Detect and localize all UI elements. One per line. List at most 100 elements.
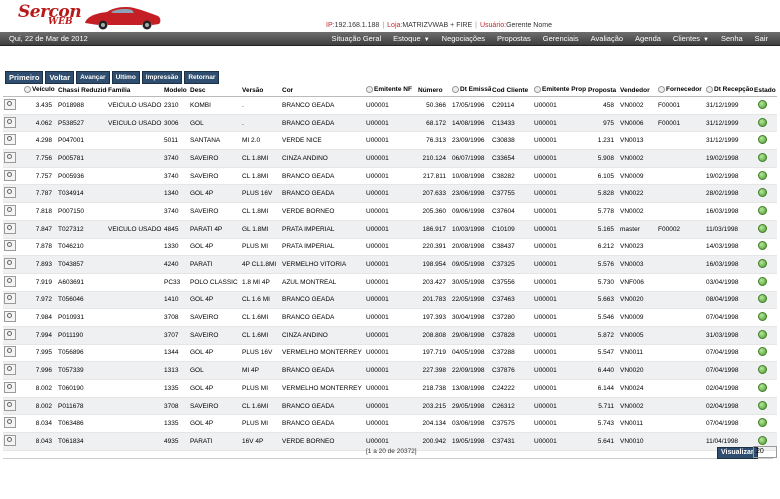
magnifier-icon[interactable] — [4, 134, 16, 146]
column-header[interactable]: Veículo — [23, 84, 57, 97]
magnifier-icon[interactable] — [4, 381, 16, 393]
table-row[interactable]: 7.878 T046210 1330 GOL 4P PLUS MI PRATA IMPER… — [3, 238, 777, 257]
table-cell: GOL — [189, 114, 241, 133]
magnifier-icon[interactable] — [4, 258, 16, 270]
detail-cell — [3, 238, 23, 257]
column-header[interactable]: Cor — [281, 84, 365, 97]
table-row[interactable]: 8.002 P011678 3708 SAVEIRO CL 1.6MI BRANCO GE… — [3, 397, 777, 416]
menu-item-agenda[interactable]: Agenda — [635, 34, 661, 43]
table-cell: 23/06/1998 — [451, 184, 491, 204]
sercon-web-logo[interactable]: Sercon WEB — [18, 2, 82, 28]
menu-item-negocia-es[interactable]: Negociações — [442, 34, 485, 43]
magnifier-icon[interactable] — [4, 204, 16, 216]
table-cell: GOL 4P — [189, 379, 241, 398]
detail-cell — [3, 326, 23, 345]
table-row[interactable]: 8.002 T060190 1335 GOL 4P PLUS MI VERMELHO MO… — [3, 379, 777, 398]
column-header[interactable]: Chassi Reduzido — [57, 84, 107, 97]
next-button[interactable]: Avançar — [76, 71, 110, 84]
table-row[interactable]: 3.435 P018988 VEICULO USADO 2310 KOMBI. BRANC… — [3, 96, 777, 115]
table-row[interactable]: 7.994 P011190 3707 SAVEIRO CL 1.6MI CINZA AND… — [3, 326, 777, 345]
magnifier-icon[interactable] — [4, 169, 16, 181]
table-row[interactable]: 4.062 P538527 VEICULO USADO 3006 GOL. BRANCO … — [3, 114, 777, 133]
menu-item-estoque[interactable]: Estoque ▼ — [393, 34, 429, 43]
status-cell — [753, 397, 777, 416]
status-green-icon — [758, 365, 767, 375]
table-row[interactable]: 7.818 P007150 3740 SAVEIRO CL 1.8MI VERDE BOR… — [3, 202, 777, 221]
table-cell: C38282 — [491, 167, 533, 186]
table-row[interactable]: 7.919 A603691 PC33 POLO CLASSIC 1.8 MI 4P AZU… — [3, 273, 777, 292]
menu-item-avalia-o[interactable]: Avaliação — [591, 34, 623, 43]
magnifier-icon[interactable] — [4, 346, 16, 358]
visualizar-button[interactable]: Visualizar — [717, 447, 758, 459]
column-header[interactable]: Dt Emissão — [451, 84, 491, 97]
table-cell: SAVEIRO — [189, 167, 241, 186]
menu-item-situa-o-geral[interactable]: Situação Geral — [332, 34, 382, 43]
column-header[interactable]: Família — [107, 84, 163, 97]
magnifier-icon[interactable] — [4, 364, 16, 376]
magnifier-icon[interactable] — [4, 328, 16, 340]
column-header[interactable]: Número — [417, 84, 451, 97]
page-size-input[interactable]: 20 — [753, 446, 777, 458]
menu-item-label: Sair — [754, 34, 768, 43]
magnifier-icon[interactable] — [4, 434, 16, 446]
magnifier-icon[interactable] — [4, 222, 16, 234]
magnifier-icon[interactable] — [4, 399, 16, 411]
back-button[interactable]: Voltar — [45, 71, 75, 84]
status-green-icon — [758, 400, 767, 410]
table-row[interactable]: 4.298 P047001 5011 SANTANA MI 2.0 VERDE NICE U… — [3, 131, 777, 151]
table-row[interactable]: 7.893 T043857 4240 PARATI 4P CL1.8MI VERMELHO… — [3, 255, 777, 274]
magnifier-icon[interactable] — [4, 187, 16, 199]
table-cell — [657, 326, 705, 345]
table-row[interactable]: 7.996 T057339 1313 GOL MI 4P BRANCO GEADA U000… — [3, 361, 777, 380]
magnifier-icon[interactable] — [4, 98, 16, 110]
column-header[interactable] — [3, 84, 23, 97]
menu-item-propostas[interactable]: Propostas — [497, 34, 531, 43]
column-header[interactable]: Cod Cliente — [491, 84, 533, 97]
column-header[interactable]: Vendedor — [619, 84, 657, 97]
table-row[interactable]: 7.972 T056046 1410 GOL 4P CL 1.6 MI BRANCO GE… — [3, 291, 777, 310]
last-page-button[interactable]: Ultimo — [111, 71, 140, 84]
magnifier-icon[interactable] — [4, 311, 16, 323]
column-header[interactable]: Fornecedor — [657, 84, 705, 97]
column-header[interactable]: Desc — [189, 84, 241, 97]
column-header[interactable]: Estado — [753, 84, 777, 97]
magnifier-icon[interactable] — [4, 293, 16, 305]
return-button[interactable]: Retornar — [184, 71, 220, 84]
table-row[interactable]: 7.757 P005936 3740 SAVEIRO CL 1.8MI BRANCO GE… — [3, 167, 777, 186]
table-row[interactable]: 8.034 T063486 1335 GOL 4P PLUS MI BRANCO GEAD… — [3, 414, 777, 434]
status-green-icon — [758, 312, 767, 322]
column-header[interactable]: Modelo — [163, 84, 189, 97]
table-cell — [107, 414, 163, 434]
column-header[interactable]: Dt Recepção — [705, 84, 753, 97]
table-cell: 5.872 — [587, 326, 619, 345]
table-cell: C37325 — [491, 255, 533, 274]
menu-item-senha[interactable]: Senha — [721, 34, 743, 43]
menu-item-gerenciais[interactable]: Gerenciais — [543, 34, 579, 43]
magnifier-icon[interactable] — [4, 116, 16, 128]
magnifier-icon[interactable] — [4, 240, 16, 252]
table-row[interactable]: 7.984 P010931 3708 SAVEIRO CL 1.6MI BRANCO GE… — [3, 308, 777, 327]
print-button[interactable]: Impressão — [141, 71, 183, 84]
menu-item-clientes[interactable]: Clientes ▼ — [673, 34, 709, 43]
status-green-icon — [758, 347, 767, 357]
column-header[interactable]: Versão — [241, 84, 281, 97]
car-image — [85, 7, 161, 30]
table-row[interactable]: 7.847 T027312 VEICULO USADO 4845 PARATI 4P GL… — [3, 220, 777, 239]
table-cell: VN0022 — [619, 184, 657, 204]
magnifier-icon[interactable] — [4, 151, 16, 163]
column-header[interactable]: Emitente NF — [365, 84, 417, 97]
table-row[interactable]: 7.787 T034914 1340 GOL 4P PLUS 16V BRANCO GEA… — [3, 184, 777, 204]
status-green-icon — [758, 382, 767, 392]
magnifier-icon[interactable] — [4, 275, 16, 287]
table-row[interactable]: 7.756 P005781 3740 SAVEIRO CL 1.8MI CINZA AND… — [3, 149, 777, 168]
first-page-button[interactable]: Primeiro — [5, 71, 44, 84]
column-header[interactable]: Emitente Prop — [533, 84, 587, 97]
table-cell: U00001 — [365, 379, 417, 398]
table-row[interactable]: 7.995 T056896 1344 GOL 4P PLUS 16V VERMELHO M… — [3, 344, 777, 363]
magnifier-icon[interactable] — [4, 417, 16, 429]
column-header[interactable]: Proposta — [587, 84, 619, 97]
menu-item-sair[interactable]: Sair — [755, 34, 768, 43]
table-cell: 5.641 — [587, 432, 619, 451]
table-cell: U00001 — [533, 238, 587, 257]
table-cell: 5.908 — [587, 149, 619, 168]
